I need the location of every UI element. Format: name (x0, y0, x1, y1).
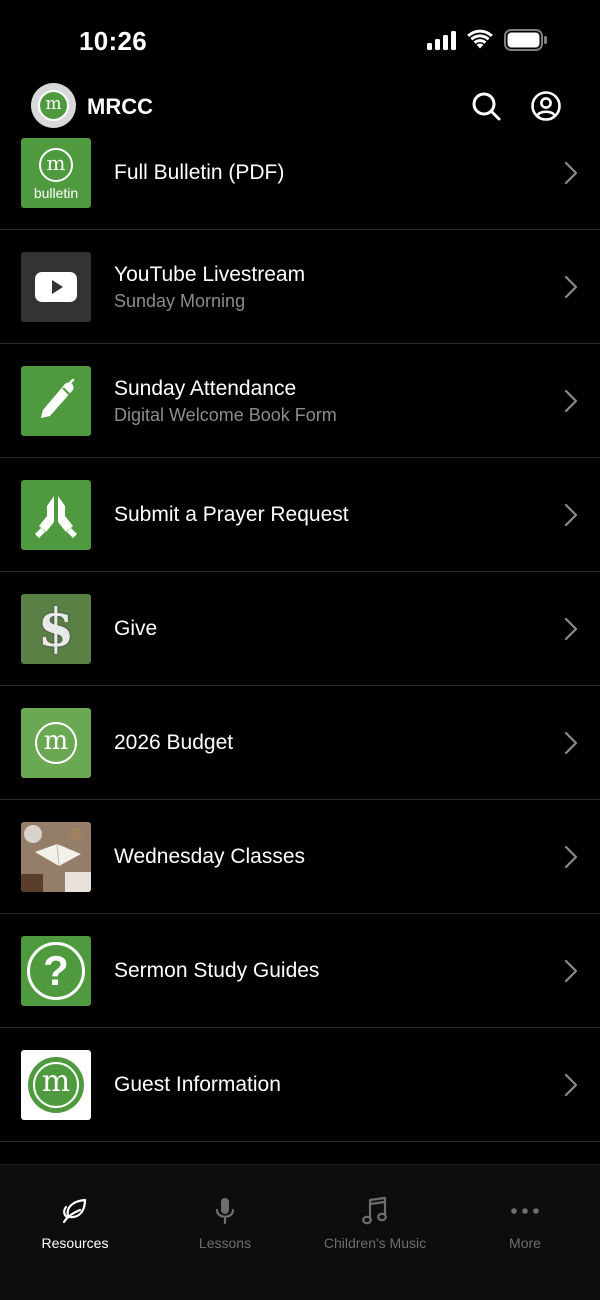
brand-logo-letter: m (38, 90, 69, 121)
chevron-right-icon (564, 617, 578, 641)
row-title: Guest Information (114, 1073, 281, 1096)
account-icon[interactable] (530, 90, 562, 122)
row-text: Submit a Prayer Request (114, 458, 349, 572)
status-time: 10:26 (79, 26, 147, 56)
dollar-icon: $ (21, 594, 91, 664)
search-icon[interactable] (470, 90, 502, 122)
tab-label: More (509, 1235, 541, 1251)
church-logo: m (21, 708, 91, 778)
brand-logo[interactable]: m (31, 83, 76, 128)
youtube-icon (21, 252, 91, 322)
row-title: Full Bulletin (PDF) (114, 161, 285, 184)
question-icon: ? (21, 936, 91, 1006)
tab-resources[interactable]: Resources (0, 1165, 150, 1265)
status-bar: 10:26 (0, 0, 600, 80)
row-title: Sunday Attendance (114, 376, 297, 400)
chevron-right-icon (564, 503, 578, 527)
row-subtitle: Sunday Morning (114, 290, 246, 311)
chevron-right-icon (564, 845, 578, 869)
chevron-right-icon (564, 389, 578, 413)
row-title: 2026 Budget (114, 731, 234, 754)
pen-icon (21, 366, 91, 436)
chevron-right-icon (564, 161, 578, 185)
ellipsis-icon (509, 1195, 541, 1227)
tab-lessons[interactable]: Lessons (150, 1165, 300, 1265)
chevron-right-icon (564, 275, 578, 299)
bulletin-logo-letter: m (46, 150, 66, 175)
app-screen: 10:26 m MRCC m bulletin Full Bulletin (P… (0, 0, 600, 1300)
row-title: Give (114, 617, 158, 640)
list-item-2026-budget[interactable]: m 2026 Budget (0, 686, 600, 800)
row-title: YouTube Livestream (114, 262, 306, 286)
bulletin-logo-text: bulletin (33, 184, 79, 201)
leaf-icon (59, 1195, 91, 1227)
row-title: Wednesday Classes (114, 845, 306, 868)
tab-childrens-music[interactable]: Children's Music (300, 1165, 450, 1265)
row-text: Sunday Attendance Digital Welcome Book F… (114, 344, 337, 458)
tab-label: Children's Music (323, 1235, 427, 1251)
microphone-icon (209, 1195, 241, 1227)
row-text: Give (114, 572, 157, 686)
resources-list: m bulletin Full Bulletin (PDF) YouTube L… (0, 132, 600, 1164)
bulletin-logo: m bulletin (21, 138, 91, 208)
chevron-right-icon (564, 731, 578, 755)
row-text: Sermon Study Guides (114, 914, 319, 1028)
chevron-right-icon (564, 1073, 578, 1097)
chevron-right-icon (564, 959, 578, 983)
tab-bar: Resources Lessons Children's Music More (0, 1164, 600, 1300)
classes-photo (21, 822, 91, 892)
list-item-sunday-attendance[interactable]: Sunday Attendance Digital Welcome Book F… (0, 344, 600, 458)
list-item-prayer-request[interactable]: Submit a Prayer Request (0, 458, 600, 572)
row-text: Guest Information (114, 1028, 281, 1142)
tab-label: Resources (41, 1235, 109, 1251)
tab-more[interactable]: More (450, 1165, 600, 1265)
praying-hands-icon (21, 480, 91, 550)
row-title: Submit a Prayer Request (114, 503, 349, 526)
music-note-icon (359, 1195, 391, 1227)
church-logo-letter: m (43, 725, 69, 756)
row-text: Wednesday Classes (114, 800, 305, 914)
church-logo: m (21, 1050, 91, 1120)
cellular-signal-icon (427, 30, 456, 50)
battery-icon (504, 29, 547, 51)
church-logo-letter: m (41, 1064, 71, 1099)
row-text: YouTube Livestream Sunday Morning (114, 230, 305, 344)
app-title: MRCC (87, 94, 153, 119)
divider (0, 1141, 600, 1142)
row-text: Full Bulletin (PDF) (114, 132, 284, 230)
list-item-full-bulletin[interactable]: m bulletin Full Bulletin (PDF) (0, 132, 600, 230)
tab-label: Lessons (198, 1235, 252, 1251)
list-item-guest-information[interactable]: m Guest Information (0, 1028, 600, 1142)
wifi-icon (467, 29, 493, 49)
status-icons (427, 29, 548, 51)
list-item-sermon-study-guides[interactable]: ? Sermon Study Guides (0, 914, 600, 1028)
list-item-youtube-livestream[interactable]: YouTube Livestream Sunday Morning (0, 230, 600, 344)
list-item-give[interactable]: $ Give (0, 572, 600, 686)
app-header: m MRCC (0, 80, 600, 132)
row-title: Sermon Study Guides (114, 959, 320, 982)
row-text: 2026 Budget (114, 686, 233, 800)
row-subtitle: Digital Welcome Book Form (114, 404, 337, 425)
list-item-wednesday-classes[interactable]: Wednesday Classes (0, 800, 600, 914)
